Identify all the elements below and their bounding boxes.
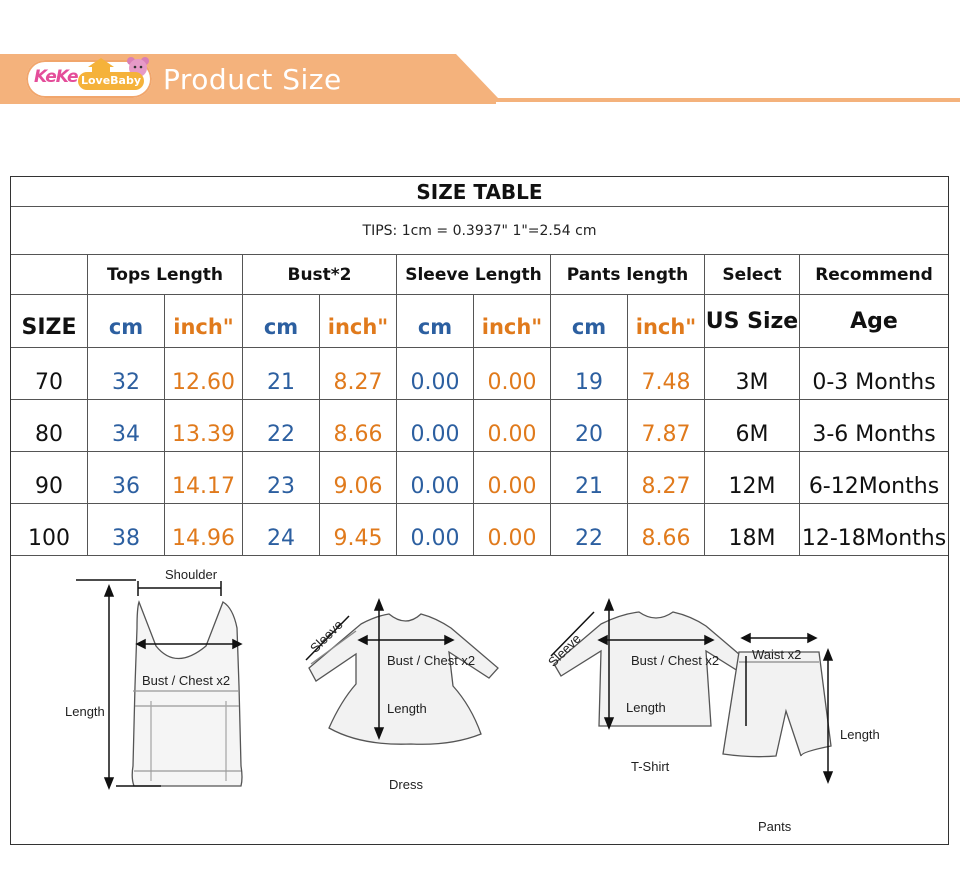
cell-tops-cm: 38 xyxy=(112,525,140,551)
label-waist: Waist x2 xyxy=(752,647,802,662)
label-dress-bust: Bust / Chest x2 xyxy=(387,653,476,668)
cell-bust-in: 9.45 xyxy=(333,525,383,551)
cell-bust-cm: 24 xyxy=(267,525,295,551)
cell-sleeve-in: 0.00 xyxy=(487,525,537,551)
header-tops-length: Tops Length xyxy=(106,264,224,285)
vest-illustration xyxy=(131,600,243,787)
label-tshirt-length: Length xyxy=(626,700,666,715)
subheader-tops-inch: inch" xyxy=(173,315,234,339)
cell-pants-in: 8.27 xyxy=(641,473,691,499)
page-title: Product Size xyxy=(163,63,342,96)
cell-tops-cm: 34 xyxy=(112,421,140,447)
subheader-pants-inch: inch" xyxy=(635,315,697,339)
cell-tops-cm: 32 xyxy=(112,369,140,395)
cell-size: 90 xyxy=(35,473,63,499)
header-banner: KeKe LoveBaby Product Size xyxy=(0,54,960,104)
header-select: Select xyxy=(722,264,782,285)
subheader-us-size: US Size xyxy=(705,308,799,334)
cell-sleeve-in: 0.00 xyxy=(487,473,537,499)
label-vest-bust: Bust / Chest x2 xyxy=(142,673,231,688)
label-tshirt: T-Shirt xyxy=(631,759,670,774)
cell-tops-in: 12.60 xyxy=(172,369,235,395)
cell-age: 3-6 Months xyxy=(812,421,936,447)
cell-bust-cm: 23 xyxy=(267,473,295,499)
cell-us: 3M xyxy=(735,369,769,395)
brand-logo: KeKe LoveBaby xyxy=(26,57,152,98)
cell-size: 80 xyxy=(35,421,63,447)
cell-bust-in: 8.66 xyxy=(333,421,383,447)
cell-tops-in: 14.96 xyxy=(172,525,235,551)
cell-tops-in: 14.17 xyxy=(172,473,235,499)
cell-bust-cm: 21 xyxy=(267,369,295,395)
cell-sleeve-cm: 0.00 xyxy=(410,369,460,395)
cell-us: 6M xyxy=(735,421,769,447)
subheader-bust-inch: inch" xyxy=(327,315,389,339)
cell-bust-in: 9.06 xyxy=(333,473,383,499)
subheader-bust-cm: cm xyxy=(263,315,299,339)
cell-us: 12M xyxy=(728,473,776,499)
cell-pants-in: 7.48 xyxy=(641,369,691,395)
header-recommend: Recommend xyxy=(815,264,933,285)
cell-pants-in: 7.87 xyxy=(641,421,691,447)
cell-tops-cm: 36 xyxy=(112,473,140,499)
cell-sleeve-in: 0.00 xyxy=(487,421,537,447)
table-title: SIZE TABLE xyxy=(416,179,543,204)
cell-age: 12-18Months xyxy=(801,525,947,551)
cell-sleeve-cm: 0.00 xyxy=(410,473,460,499)
subheader-tops-cm: cm xyxy=(108,315,144,339)
cell-sleeve-cm: 0.00 xyxy=(410,421,460,447)
size-table: SIZE TABLE TIPS: 1cm = 0.3937" 1"=2.54 c… xyxy=(10,176,949,845)
cell-size: 70 xyxy=(35,369,63,395)
header-sleeve-length: Sleeve Length xyxy=(405,264,542,285)
cell-pants-cm: 19 xyxy=(575,369,603,395)
header-bust: Bust*2 xyxy=(287,264,352,285)
cell-bust-in: 8.27 xyxy=(333,369,383,395)
subheader-sleeve-inch: inch" xyxy=(481,315,543,339)
logo-keke-text: KeKe xyxy=(34,67,79,87)
cell-size: 100 xyxy=(28,525,70,551)
cell-pants-cm: 20 xyxy=(575,421,603,447)
cell-pants-cm: 22 xyxy=(575,525,603,551)
label-pants-length: Length xyxy=(840,727,880,742)
cell-tops-in: 13.39 xyxy=(172,421,235,447)
cell-sleeve-in: 0.00 xyxy=(487,369,537,395)
label-vest-length: Length xyxy=(65,704,105,719)
subheader-pants-cm: cm xyxy=(571,315,607,339)
garment-diagram xyxy=(76,579,834,791)
cell-age: 0-3 Months xyxy=(812,369,936,395)
cell-us: 18M xyxy=(728,525,776,551)
label-dress-length: Length xyxy=(387,701,427,716)
cell-sleeve-cm: 0.00 xyxy=(410,525,460,551)
subheader-age: Age xyxy=(850,308,898,334)
pants-illustration xyxy=(722,651,832,758)
cell-pants-cm: 21 xyxy=(575,473,603,499)
label-dress: Dress xyxy=(389,777,423,792)
subheader-sleeve-cm: cm xyxy=(417,315,453,339)
cell-pants-in: 8.66 xyxy=(641,525,691,551)
label-tshirt-bust: Bust / Chest x2 xyxy=(631,653,720,668)
label-pants: Pants xyxy=(758,819,792,834)
label-shoulder: Shoulder xyxy=(165,567,218,582)
logo-lovebaby-text: LoveBaby xyxy=(78,72,144,90)
subheader-size: SIZE xyxy=(21,314,77,340)
cell-bust-cm: 22 xyxy=(267,421,295,447)
header-pants-length: Pants length xyxy=(566,264,689,285)
cell-age: 6-12Months xyxy=(808,473,940,499)
tips-text: TIPS: 1cm = 0.3937" 1"=2.54 cm xyxy=(362,222,597,239)
